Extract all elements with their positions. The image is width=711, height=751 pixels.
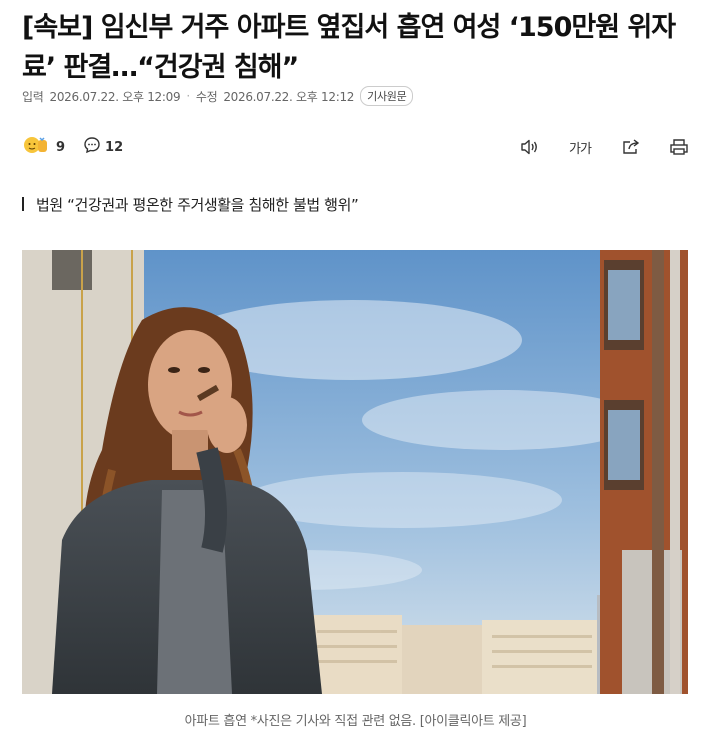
share-icon[interactable] [620,136,642,158]
comment-icon [83,136,101,158]
modified-label: 수정 [195,89,218,104]
article-headline: [속보] 임신부 거주 아파트 옆집서 흡연 여성 ‘150만원 위자료’ 판결… [22,12,676,83]
modified-time: 2026.07.22. 오후 12:12 [223,89,355,104]
photo-caption: 아파트 흡연 *사진은 기사와 직접 관련 없음. [아이클릭아트 제공] [184,714,527,729]
article-photo [22,250,688,694]
comment-button[interactable]: 12 [83,136,123,158]
font-size-icon[interactable]: 가가 [566,136,594,158]
comment-count: 12 [105,139,124,155]
print-icon[interactable] [668,136,690,158]
published-label: 입력 [22,89,44,104]
meta-separator: · [186,89,190,103]
published-time: 2026.07.22. 오후 12:09 [49,89,181,104]
font-size-label: 가가 [569,141,592,157]
original-article-button[interactable]: 기사원문 [360,86,414,106]
article-subheadline: 법원 “건강권과 평온한 주거생활을 침해한 불법 행위” [22,192,359,216]
speaker-icon[interactable] [518,136,540,158]
subheadline-text: 법원 “건강권과 평온한 주거생활을 침해한 불법 행위” [36,195,359,214]
reaction-count: 9 [56,139,66,155]
reaction-button[interactable]: 9 [22,134,65,160]
subheadline-bar [22,197,24,211]
reaction-emoji-icon [22,134,52,160]
article-toolbar: 9 12 가가 [22,134,690,160]
article-meta: 입력 2026.07.22. 오후 12:09 · 수정 2026.07.22.… [22,86,414,106]
